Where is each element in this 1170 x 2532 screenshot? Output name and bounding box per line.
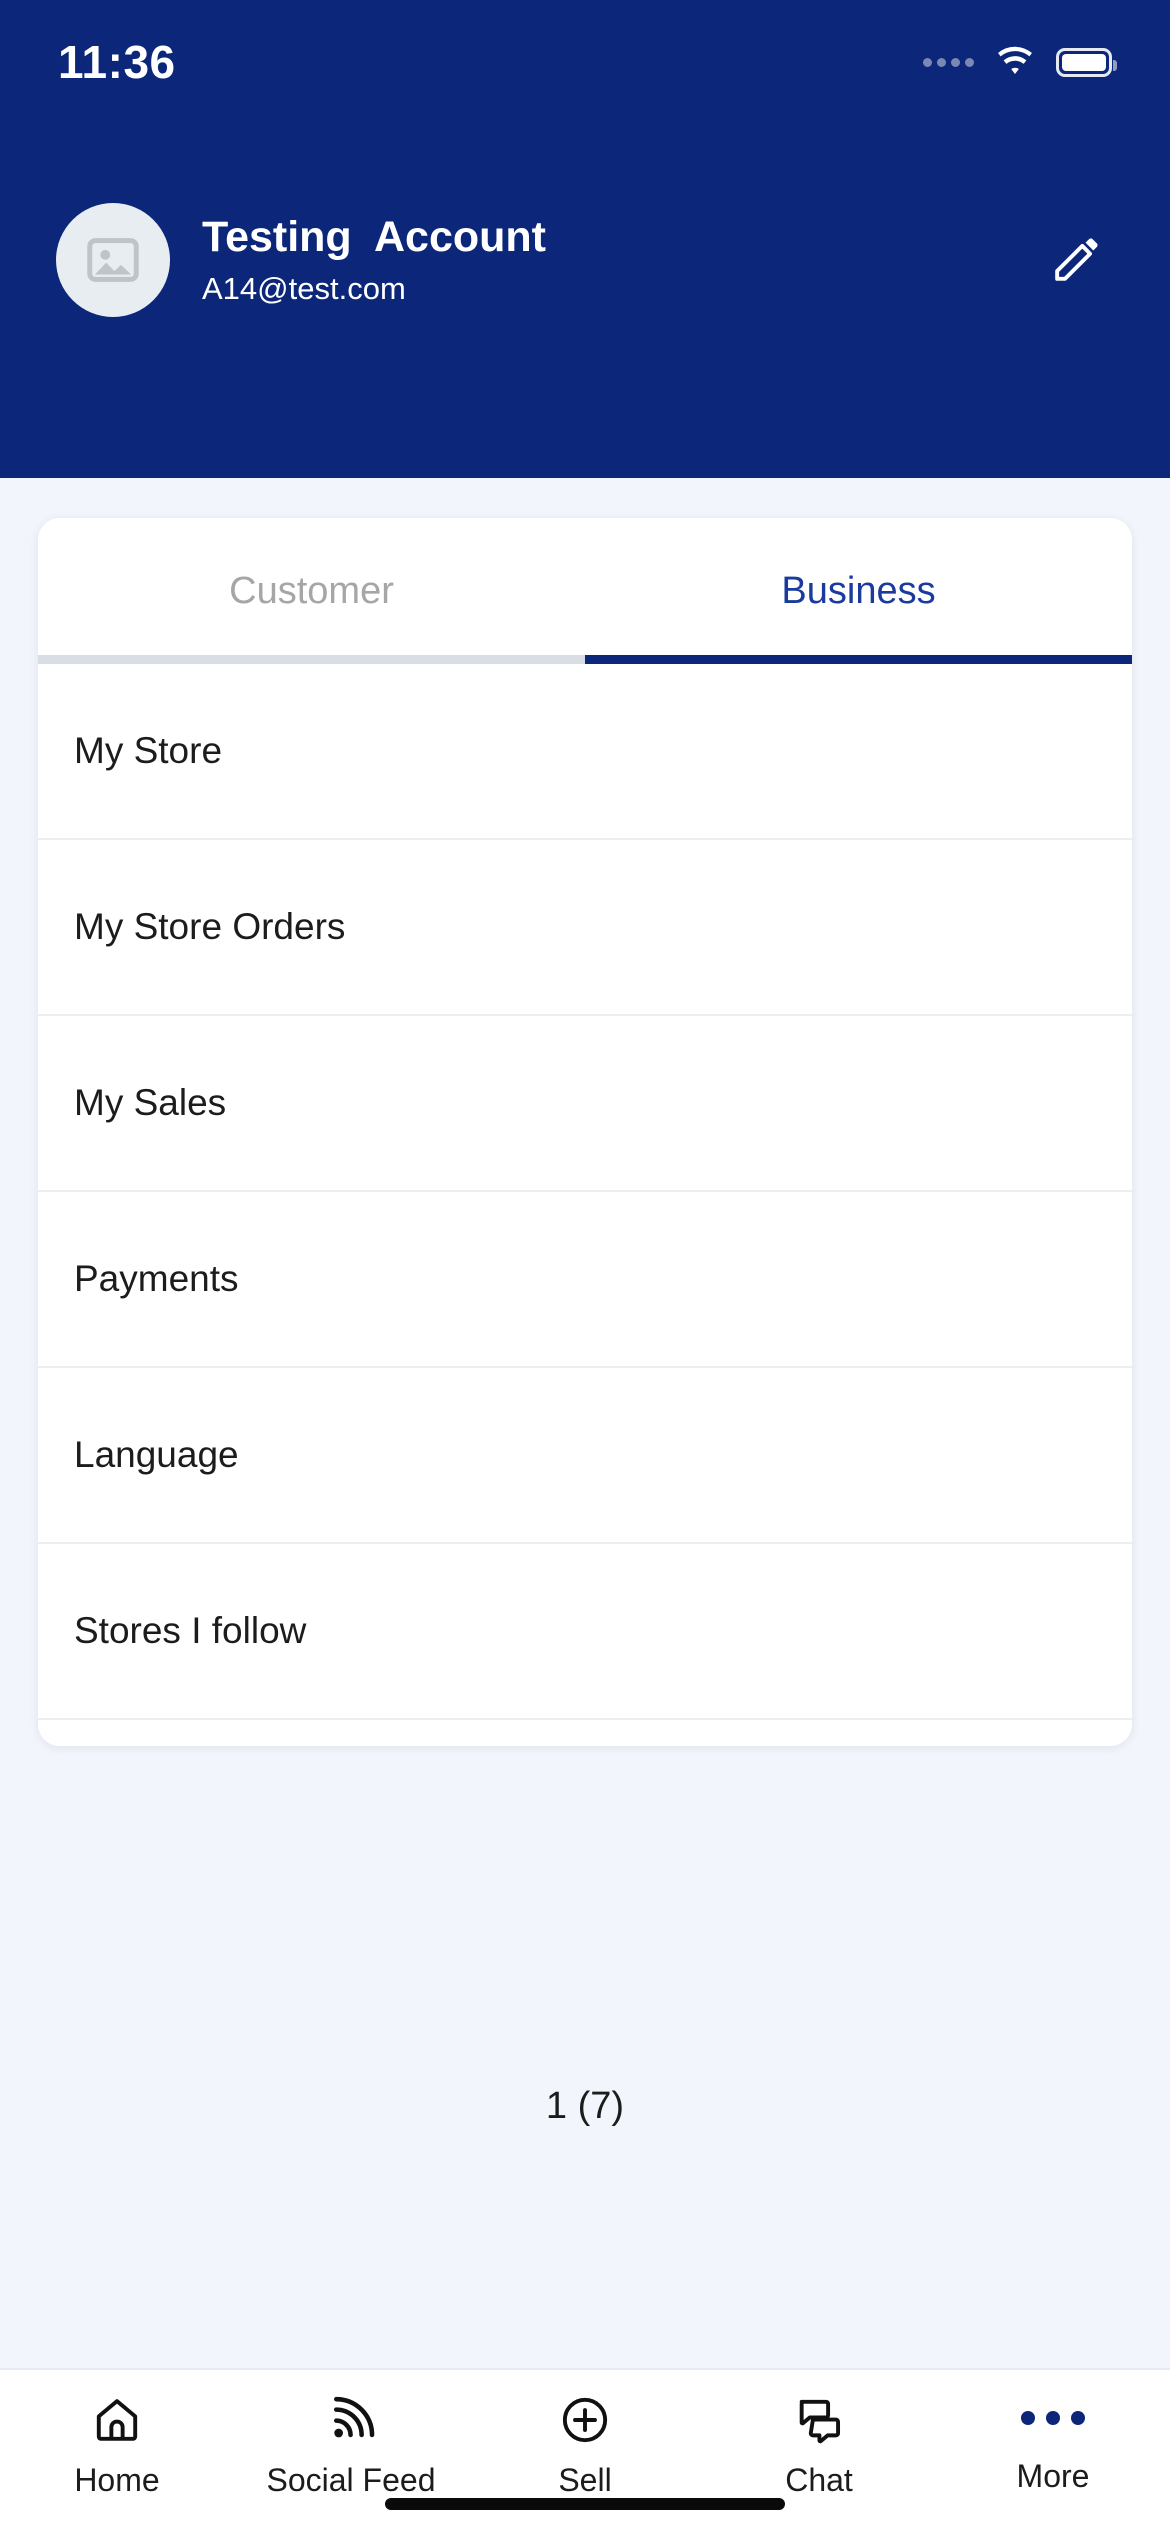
home-indicator	[385, 2498, 785, 2510]
chat-bubbles-icon	[793, 2392, 845, 2448]
tab-customer[interactable]: Customer	[38, 518, 585, 664]
profile-identity: Testing Account A14@test.com	[202, 213, 1038, 306]
app-screen: 11:36 Testing Account A14@test.com Custo…	[0, 0, 1170, 2532]
account-name: Testing Account	[202, 213, 546, 262]
wifi-icon	[998, 46, 1032, 74]
menu-item-label: Payments	[74, 1258, 239, 1299]
account-type-tabs: Customer Business	[38, 518, 1132, 664]
profile-row: Testing Account A14@test.com	[0, 196, 1170, 324]
nav-item-label: More	[1016, 2458, 1090, 2494]
nav-item-home[interactable]: Home	[0, 2392, 234, 2499]
battery-icon	[1056, 47, 1117, 77]
signal-dots-icon	[923, 57, 974, 67]
image-placeholder-icon	[87, 238, 139, 282]
ellipsis-icon	[1021, 2392, 1085, 2444]
menu-item-my-sales[interactable]: My Sales	[38, 1016, 1132, 1192]
menu-item-label: My Store Orders	[74, 906, 346, 947]
menu-item-my-store[interactable]: My Store	[38, 664, 1132, 840]
nav-item-label: Social Feed	[266, 2462, 436, 2498]
status-bar: 11:36	[0, 0, 1170, 110]
nav-item-chat[interactable]: Chat	[702, 2392, 936, 2499]
menu-item-label: Language	[74, 1434, 239, 1475]
menu-item-language[interactable]: Language	[38, 1368, 1132, 1544]
nav-item-label: Home	[74, 2462, 160, 2498]
pagination-indicator: 1 (7)	[545, 2085, 625, 2127]
nav-item-label: Chat	[785, 2462, 853, 2498]
tab-indicator	[38, 655, 1132, 664]
plus-circle-icon	[559, 2392, 611, 2448]
menu-item-my-store-orders[interactable]: My Store Orders	[38, 840, 1132, 1016]
menu-item-label: My Store	[74, 730, 223, 771]
profile-header: 11:36 Testing Account A14@test.com	[0, 0, 1170, 478]
menu-item-payments[interactable]: Payments	[38, 1192, 1132, 1368]
nav-item-social-feed[interactable]: Social Feed	[234, 2392, 468, 2499]
nav-item-sell[interactable]: Sell	[468, 2392, 702, 2499]
edit-profile-button[interactable]	[1038, 222, 1114, 298]
settings-card: Customer Business My Store My Store Orde…	[38, 518, 1132, 1746]
status-bar-time: 11:36	[58, 36, 176, 88]
tab-business[interactable]: Business	[585, 518, 1132, 664]
pencil-edit-icon	[1055, 238, 1098, 281]
menu-item-label: My Sales	[74, 1082, 227, 1123]
nav-item-more[interactable]: More	[936, 2392, 1170, 2495]
business-menu-list: My Store My Store Orders My Sales Paymen…	[38, 664, 1132, 1746]
menu-item-stores-i-follow[interactable]: Stores I follow	[38, 1544, 1132, 1720]
status-bar-indicators	[923, 46, 1117, 78]
nav-item-label: Sell	[558, 2462, 612, 2498]
menu-item-terms-conditions[interactable]: Terms & Conditions	[38, 1720, 1132, 1746]
avatar[interactable]	[56, 203, 170, 317]
rss-feed-icon	[325, 2392, 377, 2448]
home-icon	[91, 2392, 143, 2448]
menu-item-label: Stores I follow	[74, 1610, 307, 1651]
account-email: A14@test.com	[202, 270, 406, 306]
